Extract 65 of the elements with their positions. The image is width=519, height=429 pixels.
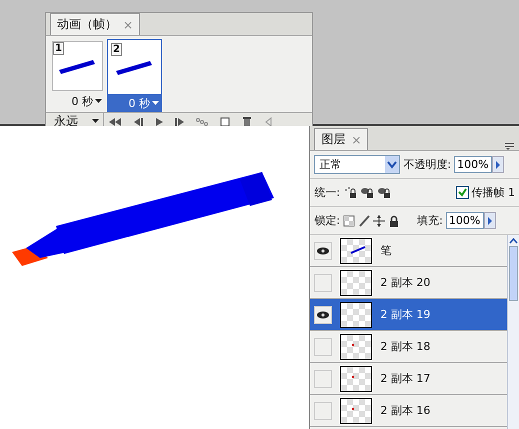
checkbox[interactable]: [456, 186, 468, 199]
empty-layer-thumbnail: [340, 302, 372, 328]
slider-button[interactable]: [484, 212, 496, 229]
frame-number: 1: [53, 42, 64, 55]
eye-icon: [317, 310, 330, 318]
tween-icon[interactable]: [196, 116, 210, 126]
brush-icon[interactable]: [358, 214, 370, 226]
scroll-up-icon[interactable]: [509, 238, 518, 244]
layer-name: 2 副本 20: [380, 275, 430, 290]
layer-row[interactable]: 2 副本 18: [310, 331, 507, 363]
dot-thumbnail: [340, 366, 372, 392]
eye-icon: [317, 246, 330, 254]
layer-row[interactable]: 2 副本 19: [310, 299, 507, 331]
layer-name: 2 副本 19: [380, 307, 430, 322]
layer-name: 2 副本 16: [380, 403, 430, 418]
visibility-toggle[interactable]: [314, 242, 332, 260]
fill-field[interactable]: 100%: [446, 212, 484, 229]
move-icon[interactable]: [373, 214, 386, 226]
lock-label: 锁定:: [314, 213, 340, 228]
scroll-thumb[interactable]: [509, 246, 518, 301]
panel-tab[interactable]: 图层 ×: [314, 128, 368, 150]
frame-number: 2: [111, 43, 122, 56]
unify-style-icon[interactable]: [377, 186, 392, 199]
frame-delay[interactable]: 0 秒: [72, 94, 93, 109]
unify-visibility-icon[interactable]: [360, 186, 374, 199]
animation-frame[interactable]: 2 0 秒: [107, 39, 162, 112]
visibility-toggle[interactable]: [314, 402, 332, 420]
trash-icon[interactable]: [240, 116, 254, 126]
layer-row[interactable]: 笔: [310, 235, 507, 267]
scrollbar[interactable]: [507, 235, 519, 429]
panel-tab[interactable]: 动画（帧） ×: [50, 13, 140, 35]
layer-name: 笔: [380, 243, 392, 258]
unify-position-icon[interactable]: [343, 186, 358, 199]
checkmark-icon: [458, 188, 466, 197]
visibility-toggle[interactable]: [314, 338, 332, 356]
empty-layer-thumbnail: [340, 270, 372, 296]
tab-label: 动画（帧）: [57, 16, 117, 33]
opacity-field[interactable]: 100%: [454, 156, 492, 173]
new-frame-icon[interactable]: [218, 116, 232, 126]
layer-name: 2 副本 18: [380, 339, 430, 354]
chevron-down-icon[interactable]: [387, 160, 398, 168]
first-frame-icon[interactable]: [108, 116, 122, 126]
fill-label: 填充:: [417, 213, 443, 228]
dot-thumbnail: [340, 398, 372, 424]
lock-icon[interactable]: [388, 214, 400, 226]
layer-row[interactable]: 2 副本 17: [310, 363, 507, 395]
dot-thumbnail: [340, 334, 372, 360]
frame-delay[interactable]: 0 秒: [128, 96, 150, 111]
caret-icon[interactable]: [92, 119, 99, 124]
tab-label: 图层: [321, 131, 346, 148]
unify-label: 统一:: [314, 185, 340, 200]
layer-name: 2 副本 17: [380, 371, 430, 386]
caret-icon[interactable]: [95, 99, 102, 104]
stroke-thumbnail: [340, 238, 372, 264]
visibility-toggle[interactable]: [314, 306, 332, 324]
panel-menu-icon[interactable]: [505, 140, 515, 150]
loop-value: 永远: [54, 113, 78, 130]
visibility-toggle[interactable]: [314, 370, 332, 388]
layer-row[interactable]: 2 副本 16: [310, 395, 507, 427]
slider-button[interactable]: [492, 156, 504, 173]
blend-mode-dropdown[interactable]: 正常: [314, 155, 400, 174]
lock-transparency-icon[interactable]: [343, 214, 356, 226]
visibility-toggle[interactable]: [314, 274, 332, 292]
opacity-label: 不透明度:: [403, 157, 452, 172]
checkbox-label: 传播帧 1: [472, 185, 515, 200]
